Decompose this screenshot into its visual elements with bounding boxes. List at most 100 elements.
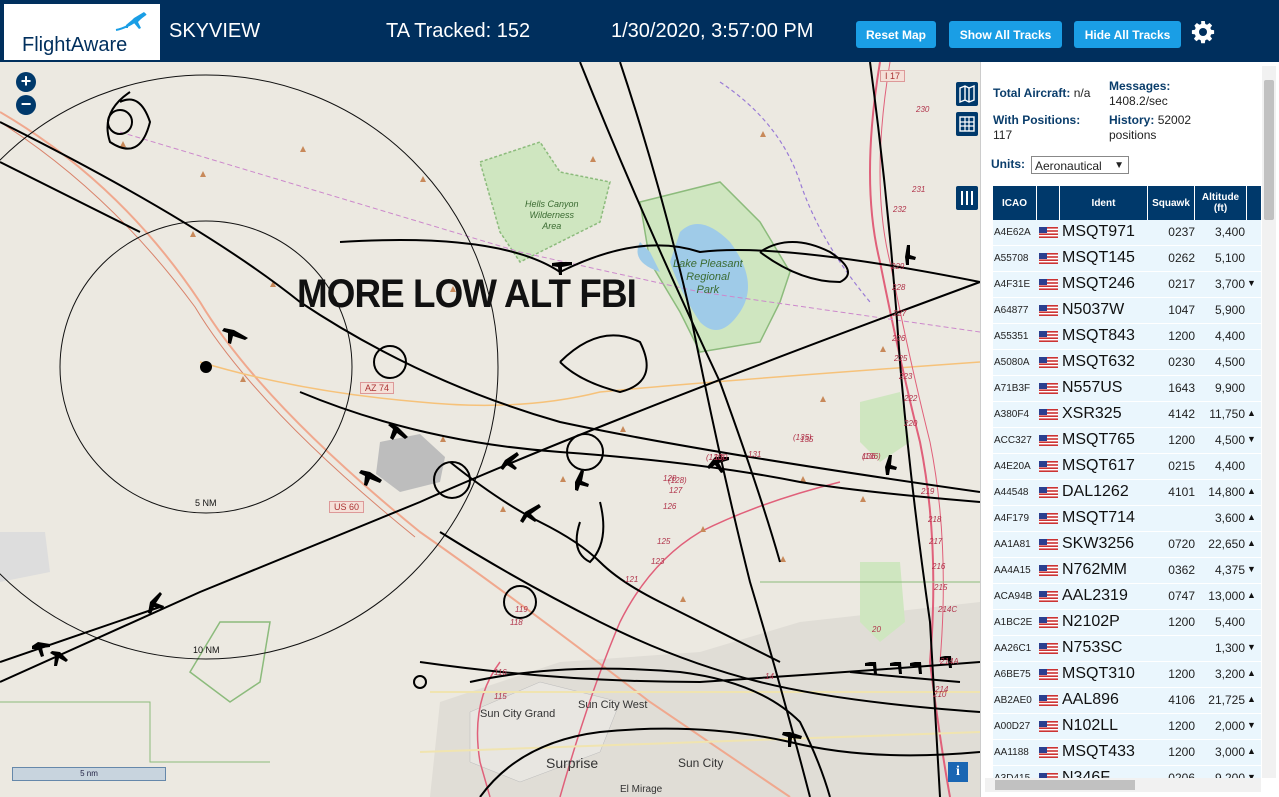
us-flag-icon — [1039, 487, 1058, 498]
row-ident: DAL1262 — [1062, 483, 1129, 500]
table-row[interactable]: A44548 DAL1262 4101 14,800 ▲ — [993, 480, 1261, 506]
table-row[interactable]: A1BC2E N2102P 1200 5,400 — [993, 610, 1261, 636]
vertical-scrollbar[interactable] — [1262, 66, 1276, 778]
row-squawk: 0237 — [1168, 225, 1195, 239]
road-number-label: (130) — [706, 453, 725, 462]
column-header-ident[interactable]: Ident — [1060, 186, 1147, 220]
row-altitude-trend: ▼ — [1247, 434, 1256, 444]
columns-icon[interactable] — [956, 186, 978, 210]
table-row[interactable]: A4F179 MSQT714 3,600 ▲ — [993, 506, 1261, 532]
flightaware-logo[interactable]: FlightAware — [4, 4, 160, 60]
row-altitude-trend: ▼ — [1247, 278, 1256, 288]
row-ident: AAL896 — [1062, 691, 1119, 708]
row-squawk: 4142 — [1168, 407, 1195, 421]
table-row[interactable]: A5080A MSQT632 0230 4,500 — [993, 350, 1261, 376]
road-number-label: 229 — [891, 262, 905, 271]
place-label-sun-city: Sun City — [678, 756, 724, 770]
total-aircraft-stat: Total Aircraft: n/a — [993, 86, 1090, 101]
road-shield-i17: I 17 — [880, 70, 906, 82]
row-ident: MSQT310 — [1062, 665, 1135, 682]
row-icao: A55708 — [994, 253, 1029, 264]
scale-bar: 5 nm — [12, 767, 166, 781]
column-header-altitude[interactable]: Altitude (ft) — [1195, 186, 1246, 220]
table-row[interactable]: A55351 MSQT843 1200 4,400 — [993, 324, 1261, 350]
road-number-label: 220 — [904, 419, 918, 428]
road-number-label: (128) — [668, 476, 687, 485]
road-number-label: 226 — [892, 334, 906, 343]
column-header-squawk[interactable]: Squawk — [1148, 186, 1194, 220]
table-row[interactable]: AB2AE0 AAL896 4106 21,725 ▲ — [993, 688, 1261, 714]
row-squawk: 0720 — [1168, 537, 1195, 551]
table-row[interactable]: A380F4 XSR325 4142 11,750 ▲ — [993, 402, 1261, 428]
zoom-in-button[interactable]: + — [16, 72, 36, 92]
units-select[interactable]: Aeronautical ▼ — [1031, 156, 1129, 174]
road-number-label: 230 — [916, 105, 930, 114]
table-row[interactable]: A6BE75 MSQT310 1200 3,200 ▲ — [993, 662, 1261, 688]
map-view[interactable]: MORE LOW ALT FBI 5 NM 10 NM Hells Canyon… — [0, 62, 980, 797]
row-icao: A4E62A — [994, 227, 1031, 238]
road-number-label: 116 — [494, 668, 507, 677]
road-number-label: 217 — [929, 537, 943, 546]
table-row[interactable]: AA1188 MSQT433 1200 3,000 ▲ — [993, 740, 1261, 766]
us-flag-icon — [1039, 253, 1058, 264]
us-flag-icon — [1039, 461, 1058, 472]
row-altitude-trend: ▼ — [1247, 642, 1256, 652]
place-label-hells-canyon: Hells Canyon Wilderness Area — [525, 199, 579, 232]
table-row[interactable]: ACC327 MSQT765 1200 4,500 ▼ — [993, 428, 1261, 454]
table-row[interactable]: A00D27 N102LL 1200 2,000 ▼ — [993, 714, 1261, 740]
table-row[interactable]: ACA94B AAL2319 0747 13,000 ▲ — [993, 584, 1261, 610]
table-row[interactable]: AA1A81 SKW3256 0720 22,650 ▲ — [993, 532, 1261, 558]
show-all-tracks-button[interactable]: Show All Tracks — [949, 21, 1062, 48]
row-icao: A5080A — [994, 357, 1030, 368]
road-number-label: 121 — [625, 575, 639, 584]
row-altitude: 11,750 — [1209, 407, 1245, 421]
place-label-line: Wilderness — [529, 210, 574, 220]
table-row[interactable]: A71B3F N557US 1643 9,900 — [993, 376, 1261, 402]
map-icon[interactable] — [956, 82, 978, 106]
scrollbar-thumb[interactable] — [995, 780, 1135, 790]
grid-icon[interactable] — [956, 112, 978, 136]
table-row[interactable]: A4F31E MSQT246 0217 3,700 ▼ — [993, 272, 1261, 298]
road-shield-az74: AZ 74 — [360, 382, 395, 394]
logo-text: FlightAware — [22, 34, 128, 56]
history-stat: History: 52002 positions — [1109, 113, 1191, 143]
road-number-label: 210 — [933, 690, 947, 699]
road-number-label: 227 — [893, 309, 907, 318]
table-row[interactable]: AA26C1 N753SC 1,300 ▼ — [993, 636, 1261, 662]
chevron-down-icon: ▼ — [1114, 160, 1124, 171]
row-squawk: 1200 — [1168, 667, 1195, 681]
app-name: SKYVIEW — [169, 20, 261, 42]
map-canvas[interactable] — [0, 62, 980, 797]
row-squawk: 1200 — [1168, 745, 1195, 759]
info-button[interactable]: i — [948, 762, 968, 782]
place-label-line: Area — [542, 221, 562, 231]
zoom-out-button[interactable]: − — [16, 95, 36, 115]
hide-all-tracks-button[interactable]: Hide All Tracks — [1074, 21, 1181, 48]
column-header-icao[interactable]: ICAO — [993, 186, 1036, 220]
table-row[interactable]: A55708 MSQT145 0262 5,100 — [993, 246, 1261, 272]
horizontal-scrollbar[interactable] — [985, 778, 1261, 792]
place-label-line: Hells Canyon — [525, 199, 579, 209]
table-row[interactable]: A4E20A MSQT617 0215 4,400 — [993, 454, 1261, 480]
road-shield-us60: US 60 — [329, 501, 365, 513]
row-altitude: 3,400 — [1214, 225, 1245, 239]
road-number-label: 125 — [657, 537, 671, 546]
table-row[interactable]: A4E62A MSQT971 0237 3,400 — [993, 220, 1261, 246]
scrollbar-thumb[interactable] — [1264, 80, 1274, 220]
road-number-label: 127 — [669, 486, 683, 495]
us-flag-icon — [1039, 539, 1058, 550]
place-label-sun-city-grand: Sun City Grand — [480, 708, 556, 720]
place-label-surprise: Surprise — [546, 755, 599, 771]
row-altitude-trend: ▼ — [1247, 564, 1256, 574]
place-label-sun-city-west: Sun City West — [578, 699, 648, 711]
row-ident: MSQT714 — [1062, 509, 1135, 526]
table-row[interactable]: A64877 N5037W 1047 5,900 — [993, 298, 1261, 324]
history-unit: positions — [1109, 128, 1157, 142]
table-row[interactable]: AA4A15 N762MM 0362 4,375 ▼ — [993, 558, 1261, 584]
row-icao: AA1188 — [994, 747, 1029, 758]
reset-map-button[interactable]: Reset Map — [856, 21, 936, 48]
gear-icon[interactable] — [1191, 20, 1215, 44]
row-icao: A4E20A — [994, 461, 1031, 472]
aircraft-sidebar: Total Aircraft: n/a With Positions: 117 … — [980, 62, 1279, 797]
row-ident: MSQT617 — [1062, 457, 1135, 474]
